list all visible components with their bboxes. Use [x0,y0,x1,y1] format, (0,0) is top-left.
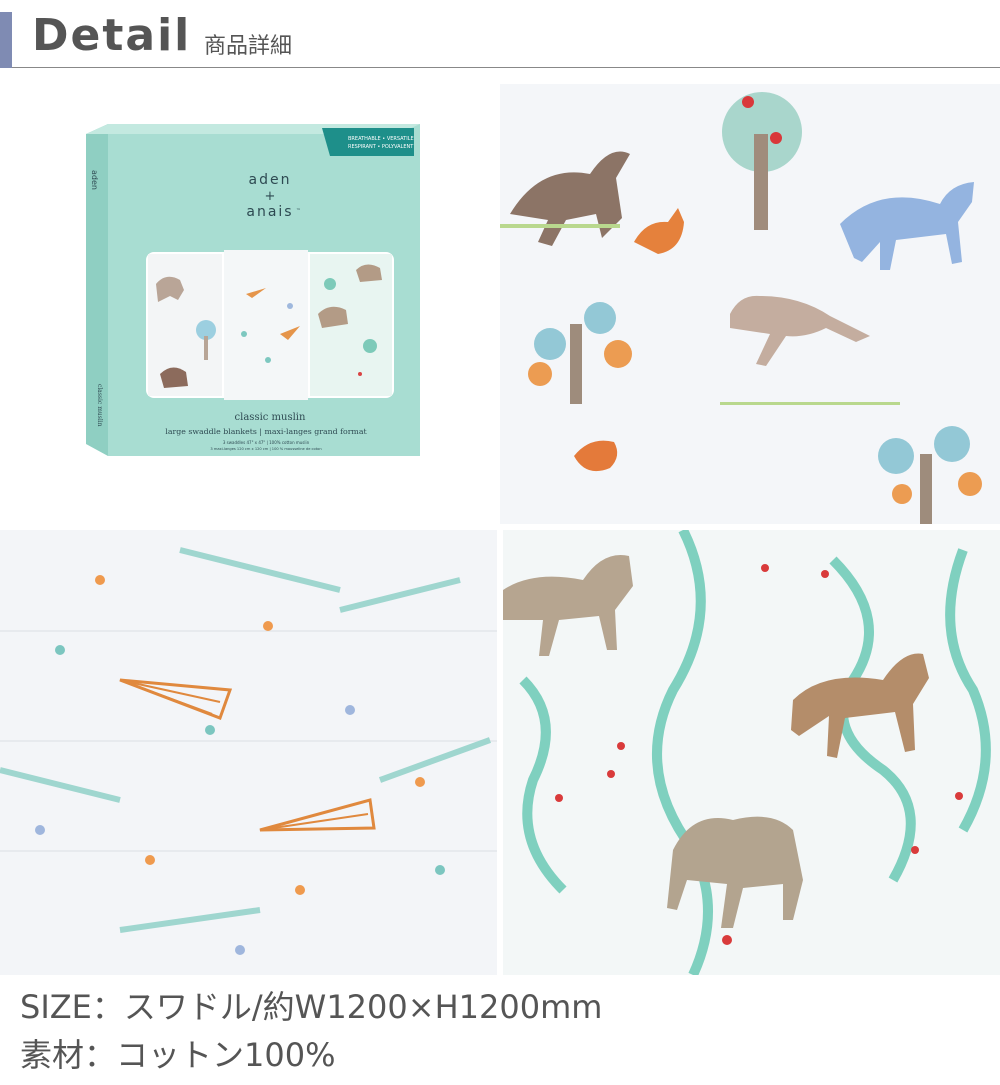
apple-figure [742,96,754,108]
brand-trademark: ™ [296,208,301,214]
package-illustration: BREATHABLE • VERSATILE RESPIRANT • POLYV… [86,124,420,456]
header-accent-bar [0,12,12,68]
ribbon-line-1: BREATHABLE • VERSATILE [348,136,414,142]
star-figure [205,725,215,735]
section-header: Detail 商品詳細 [0,0,1000,70]
product-name: large swaddle blankets | maxi-langes gra… [165,427,367,436]
star-figure [241,331,247,337]
star-figure [55,645,65,655]
tree-leaf [892,484,912,504]
weave-line [0,850,497,852]
header-divider [12,67,1000,68]
star-figure [35,825,45,835]
star-figure [287,303,293,309]
star-figure [415,777,425,787]
grass-line [500,224,620,228]
tree-leaf [584,302,616,334]
fabric-closeup-horse [503,530,1000,975]
ribbon-badge [322,128,414,156]
side-brand: aden [90,170,99,190]
comet-print-illustration [0,530,497,975]
berry-figure [358,372,362,376]
tree-trunk [754,134,768,230]
fine-print-2: 3 maxi-langes 120 cm x 120 cm | 100 % mo… [210,447,321,451]
star-figure [265,357,271,363]
section-subtitle: 商品詳細 [204,34,293,59]
tree-leaf [528,362,552,386]
berry-figure [955,792,963,800]
berry-figure [617,742,625,750]
vine-figure [363,339,377,353]
star-figure [295,885,305,895]
star-figure [345,705,355,715]
fabric-closeup-comet [0,530,497,975]
berry-figure [722,935,732,945]
tree-leaf [958,472,982,496]
berry-figure [555,794,563,802]
tree-leaf [604,340,632,368]
unicorn-print-illustration [500,84,1000,524]
tree-trunk [204,336,208,360]
star-figure [145,855,155,865]
brand-line-1: aden [249,172,292,188]
weave-line [0,740,497,742]
horse-print-illustration [503,530,1000,975]
berry-figure [761,564,769,572]
tree-leaf [934,426,970,462]
tree-leaf [878,438,914,474]
star-figure [235,945,245,955]
horse-figure [356,264,382,282]
berry-figure [821,570,829,578]
berry-figure [607,770,615,778]
vine-figure [324,278,336,290]
star-figure [95,575,105,585]
tree-leaf [534,328,566,360]
star-figure [263,621,273,631]
tree-trunk [570,324,582,404]
tree-trunk [920,454,932,524]
product-package-photo: BREATHABLE • VERSATILE RESPIRANT • POLYV… [0,84,497,524]
swaddle-comet-sample [224,250,308,400]
star-figure [435,865,445,875]
berry-figure [911,846,919,854]
section-title: Detail [32,10,192,61]
svg-text:classic muslin: classic muslin [96,384,103,427]
brand-line-3: anais [246,204,293,220]
svg-text:aden: aden [90,170,99,190]
brand-line-2: + [265,189,276,204]
weave-line [0,630,497,632]
grass-line [720,402,900,405]
apple-figure [770,132,782,144]
side-product: classic muslin [96,384,103,427]
size-spec: SIZE：スワドル/約W1200×H1200mm [20,988,603,1026]
fabric-background [0,530,497,975]
line-name: classic muslin [235,412,306,423]
fabric-closeup-unicorn [500,84,1000,524]
fine-print-1: 3 swaddles 47" x 47" | 100% cotton musli… [223,440,310,445]
material-spec: 素材：コットン100% [20,1036,336,1074]
ribbon-line-2: RESPIRANT • POLYVALENT [348,144,414,150]
